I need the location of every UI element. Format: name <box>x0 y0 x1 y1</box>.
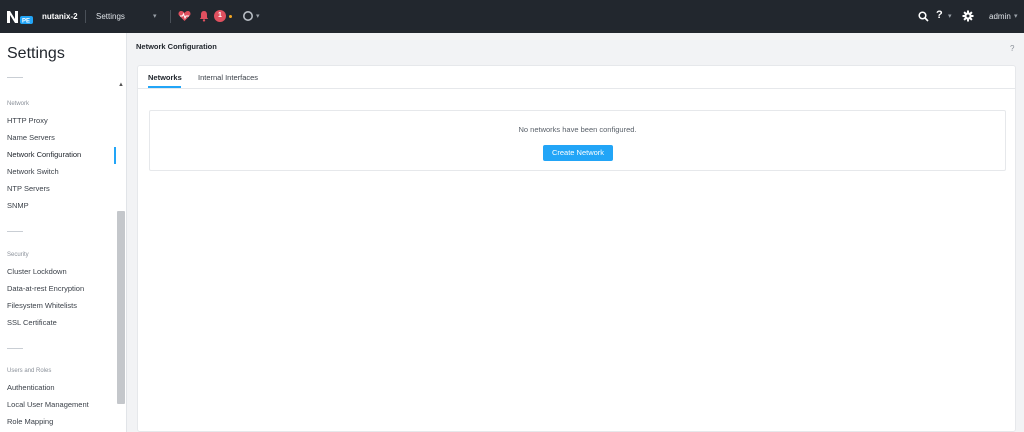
sidebar-item-role-mapping[interactable]: Role Mapping <box>7 415 116 429</box>
sidebar-divider <box>7 231 23 232</box>
sidebar-item-network-configuration[interactable]: Network Configuration <box>7 148 116 162</box>
empty-state-message: No networks have been configured. <box>518 125 637 134</box>
sidebar-item-authentication[interactable]: Authentication <box>7 381 116 395</box>
tab-internal-interfaces[interactable]: Internal Interfaces <box>198 73 258 82</box>
chevron-down-icon[interactable]: ▾ <box>1014 12 1018 20</box>
sidebar-item-http-proxy[interactable]: HTTP Proxy <box>7 114 116 128</box>
sidebar-item-ntp-servers[interactable]: NTP Servers <box>7 182 116 196</box>
network-configuration-panel: Networks Internal Interfaces No networks… <box>137 65 1016 432</box>
page-help-icon[interactable]: ? <box>1010 44 1014 53</box>
sidebar-divider <box>7 77 23 78</box>
settings-sidebar: Settings ▲ Network HTTP Proxy Name Serve… <box>0 33 127 432</box>
health-heart-icon[interactable] <box>178 10 191 22</box>
search-icon[interactable] <box>918 11 929 22</box>
topbar-divider <box>170 10 171 23</box>
warning-dot-icon <box>229 15 232 18</box>
sidebar-item-name-servers[interactable]: Name Servers <box>7 131 116 145</box>
alerts-bell-icon[interactable] <box>198 10 210 22</box>
top-navigation-bar: PE nutanix-2 Settings ▾ 1 ▾ ? ▾ admin ▾ <box>0 0 1024 33</box>
sidebar-divider <box>7 348 23 349</box>
networks-empty-state: No networks have been configured. Create… <box>149 110 1006 171</box>
app-selector[interactable]: Settings <box>96 12 125 21</box>
chevron-down-icon[interactable]: ▾ <box>153 12 157 20</box>
section-label-security: Security <box>7 252 29 258</box>
tab-bar: Networks Internal Interfaces <box>138 66 1015 89</box>
nutanix-logo-icon[interactable]: PE <box>6 9 34 25</box>
create-network-button[interactable]: Create Network <box>543 145 613 161</box>
topbar-divider <box>85 10 86 23</box>
tasks-circle-icon[interactable] <box>242 10 254 22</box>
svg-text:PE: PE <box>22 19 30 25</box>
scroll-up-arrow-icon[interactable]: ▲ <box>118 82 124 88</box>
chevron-down-icon[interactable]: ▾ <box>256 12 260 20</box>
tab-networks[interactable]: Networks <box>148 73 182 82</box>
section-label-users-and-roles: Users and Roles <box>7 368 52 374</box>
active-item-indicator <box>114 147 116 164</box>
sidebar-scrollbar[interactable] <box>117 211 125 404</box>
sidebar-item-network-switch[interactable]: Network Switch <box>7 165 116 179</box>
chevron-down-icon[interactable]: ▾ <box>948 12 952 20</box>
alert-count-badge[interactable]: 1 <box>214 10 226 22</box>
active-tab-underline <box>148 86 181 88</box>
sidebar-item-local-user-management[interactable]: Local User Management <box>7 398 116 412</box>
sidebar-item-snmp[interactable]: SNMP <box>7 199 116 213</box>
sidebar-title: Settings <box>7 45 65 62</box>
user-menu[interactable]: admin <box>989 12 1011 21</box>
cluster-name[interactable]: nutanix-2 <box>42 12 78 21</box>
sidebar-item-data-at-rest-encryption[interactable]: Data-at-rest Encryption <box>7 282 116 296</box>
section-label-network: Network <box>7 101 30 107</box>
sidebar-item-cluster-lockdown[interactable]: Cluster Lockdown <box>7 265 116 279</box>
sidebar-item-ssl-certificate[interactable]: SSL Certificate <box>7 316 116 330</box>
help-icon[interactable]: ? <box>936 9 943 21</box>
gear-icon[interactable] <box>962 10 974 22</box>
sidebar-item-filesystem-whitelists[interactable]: Filesystem Whitelists <box>7 299 116 313</box>
page-title: Network Configuration <box>136 42 217 51</box>
